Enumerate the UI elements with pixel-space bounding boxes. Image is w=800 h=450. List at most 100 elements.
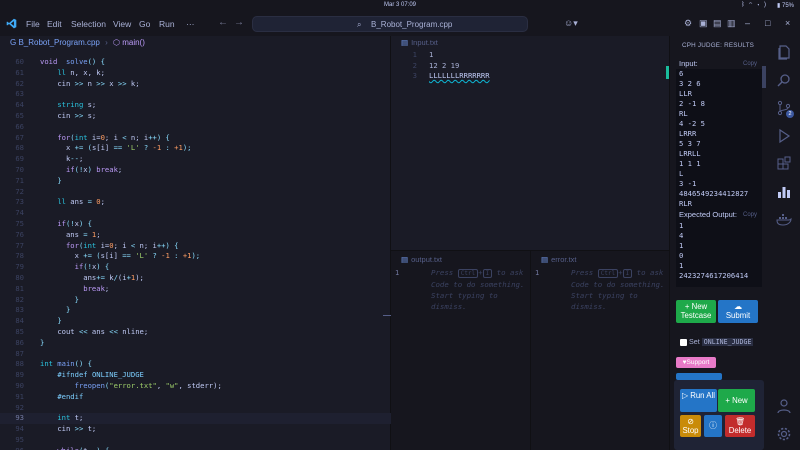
- search-icon[interactable]: [776, 72, 792, 88]
- forward-arrow-icon[interactable]: →: [234, 17, 244, 28]
- code-line[interactable]: 92: [0, 403, 391, 414]
- code-line[interactable]: 96 while(t--) {: [0, 446, 391, 450]
- manage-gear-icon[interactable]: [776, 426, 792, 442]
- code-line[interactable]: 79 if(!x) {: [0, 262, 391, 273]
- code-line[interactable]: 74: [0, 208, 391, 219]
- run-all-button[interactable]: ▷ Run All: [680, 389, 717, 412]
- battery-indicator[interactable]: ▮ 75%: [777, 2, 794, 9]
- code-line[interactable]: 60 void solve() {: [0, 57, 391, 68]
- code-line[interactable]: 88 int main() {: [0, 359, 391, 370]
- hidden-button[interactable]: [676, 373, 722, 380]
- code-line[interactable]: 66: [0, 122, 391, 133]
- submit-button[interactable]: ☁ Submit: [718, 300, 758, 323]
- input-line[interactable]: 2 12 2 19: [391, 61, 661, 71]
- breadcrumb-function[interactable]: main(): [122, 38, 145, 47]
- new-testcase-button[interactable]: + New Testcase: [676, 300, 716, 323]
- code-text: }: [57, 175, 62, 185]
- code-line[interactable]: 94 cin >> t;: [0, 424, 391, 435]
- input-line[interactable]: 3 LLLLLLLRRRRRRR: [391, 71, 661, 81]
- code-line[interactable]: 91 #endif: [0, 392, 391, 403]
- layout-sidebar-icon[interactable]: ▣: [699, 18, 708, 29]
- input-label: Input:: [679, 59, 698, 68]
- menu-go[interactable]: Go: [139, 19, 150, 29]
- system-tray-icons[interactable]: ᛒ◠◂): [741, 2, 770, 8]
- info-button[interactable]: ⓘ: [704, 415, 722, 437]
- source-control-icon[interactable]: 2: [776, 100, 794, 118]
- run-debug-icon[interactable]: [776, 128, 792, 144]
- input-editor-pane[interactable]: ▤ Input.txt 1 1 2 12 2 19 3 LLLLLLLRRRRRRR: [391, 36, 669, 250]
- menu-more[interactable]: ···: [186, 19, 195, 29]
- maximize-icon[interactable]: □: [765, 18, 770, 28]
- layout-secondary-sidebar-icon[interactable]: ▥: [727, 18, 736, 29]
- code-line[interactable]: 77 for(int i=0; i < n; i++) {: [0, 241, 391, 252]
- code-line[interactable]: 84 }: [0, 316, 391, 327]
- code-line[interactable]: 64 string s;: [0, 100, 391, 111]
- code-line[interactable]: 80 ans+= k/(i+1);: [0, 273, 391, 284]
- code-line[interactable]: 76 ans = 1;: [0, 230, 391, 241]
- breadcrumb[interactable]: G B_Robot_Program.cpp › ⬡ main(): [10, 38, 145, 47]
- bluetooth-icon[interactable]: ᛒ: [741, 2, 749, 8]
- code-line[interactable]: 89 #ifndef ONLINE_JUDGE: [0, 370, 391, 381]
- code-line[interactable]: 73 ll ans = 0;: [0, 197, 391, 208]
- menu-file[interactable]: File: [26, 19, 40, 29]
- error-editor-pane[interactable]: ▤ error.txt 1 Press Ctrl + I to ask Code to…: [531, 250, 669, 450]
- volume-icon[interactable]: ◂): [756, 2, 770, 8]
- code-text: if(!x) break;: [65, 164, 123, 174]
- output-editor-pane[interactable]: ▤ output.txt 1 Press Ctrl + I to ask Code t…: [383, 250, 531, 450]
- support-button[interactable]: ♥Support: [676, 357, 716, 368]
- code-line[interactable]: 83 }: [0, 305, 391, 316]
- code-line[interactable]: 87: [0, 349, 391, 360]
- expected-output-box[interactable]: 1 4 1 0 1 2423274617206414: [676, 221, 762, 287]
- code-line[interactable]: 81 break;: [0, 284, 391, 295]
- code-line[interactable]: 90 freopen("error.txt", "w", stderr);: [0, 381, 391, 392]
- online-judge-checkbox[interactable]: [680, 338, 687, 346]
- cph-judge-icon[interactable]: [776, 184, 792, 200]
- settings-gear-icon[interactable]: ⚙: [684, 18, 692, 29]
- back-arrow-icon[interactable]: ←: [218, 17, 228, 28]
- code-line[interactable]: 78 x += (s[i] == 'L' ? -1 : +1);: [0, 251, 391, 262]
- copy-expected-button[interactable]: Copy: [743, 212, 757, 218]
- close-window-icon[interactable]: ×: [785, 18, 790, 28]
- new-button[interactable]: + New: [718, 389, 755, 412]
- explorer-icon[interactable]: [776, 44, 792, 60]
- code-line[interactable]: 69 k--;: [0, 154, 391, 165]
- code-line[interactable]: 71 }: [0, 176, 391, 187]
- copy-input-button[interactable]: Copy: [743, 61, 757, 67]
- delete-button[interactable]: 🗑 Delete: [725, 415, 755, 437]
- code-line[interactable]: 61 ll n, x, k;: [0, 68, 391, 79]
- menu-edit[interactable]: Edit: [47, 19, 62, 29]
- command-center-search[interactable]: ⌕ B_Robot_Program.cpp: [252, 16, 528, 32]
- line-number: 86: [15, 337, 24, 347]
- code-line[interactable]: 86}: [0, 338, 391, 349]
- minimize-icon[interactable]: –: [745, 18, 750, 28]
- cph-scrollbar[interactable]: [762, 66, 766, 88]
- code-line[interactable]: 72: [0, 187, 391, 198]
- online-judge-toggle[interactable]: Set ONLINE_JUDGE: [680, 337, 754, 346]
- code-line[interactable]: 70 if(!x) break;: [0, 165, 391, 176]
- extensions-icon[interactable]: [776, 156, 792, 172]
- system-clock[interactable]: Mar 3 07:09: [384, 2, 416, 8]
- docker-icon[interactable]: [776, 212, 792, 228]
- code-lines[interactable]: 60 void solve() {61 ll n, x, k; 62 cin >> …: [0, 57, 391, 450]
- code-line[interactable]: 63: [0, 89, 391, 100]
- code-line[interactable]: 68 x += (s[i] == 'L' ? -1 : +1);: [0, 143, 391, 154]
- code-line[interactable]: 62 cin >> n >> x >> k;: [0, 79, 391, 90]
- menu-view[interactable]: View: [113, 19, 131, 29]
- layout-panel-icon[interactable]: ▤: [713, 18, 722, 29]
- stop-button[interactable]: ⊘ Stop: [680, 415, 701, 437]
- code-line[interactable]: 67 for(int i=0; i < n; i++) {: [0, 133, 391, 144]
- code-line[interactable]: 93 int t;: [0, 413, 391, 425]
- menu-run[interactable]: Run: [159, 19, 175, 29]
- code-line[interactable]: 82 }: [0, 295, 391, 306]
- breadcrumb-file[interactable]: B_Robot_Program.cpp: [18, 38, 99, 47]
- menu-selection[interactable]: Selection: [71, 19, 106, 29]
- code-line[interactable]: 75 if(!x) {: [0, 219, 391, 230]
- input-line[interactable]: 11: [391, 50, 661, 60]
- copilot-icon[interactable]: ☺▾: [564, 18, 578, 29]
- code-line[interactable]: 85 cout << ans << nline;: [0, 327, 391, 338]
- code-line[interactable]: 95: [0, 435, 391, 446]
- code-editor[interactable]: G B_Robot_Program.cpp › ⬡ main() 60 void …: [0, 36, 391, 450]
- code-line[interactable]: 65 cin >> s;: [0, 111, 391, 122]
- account-icon[interactable]: [776, 398, 792, 414]
- cpp-file-icon: G: [10, 38, 17, 47]
